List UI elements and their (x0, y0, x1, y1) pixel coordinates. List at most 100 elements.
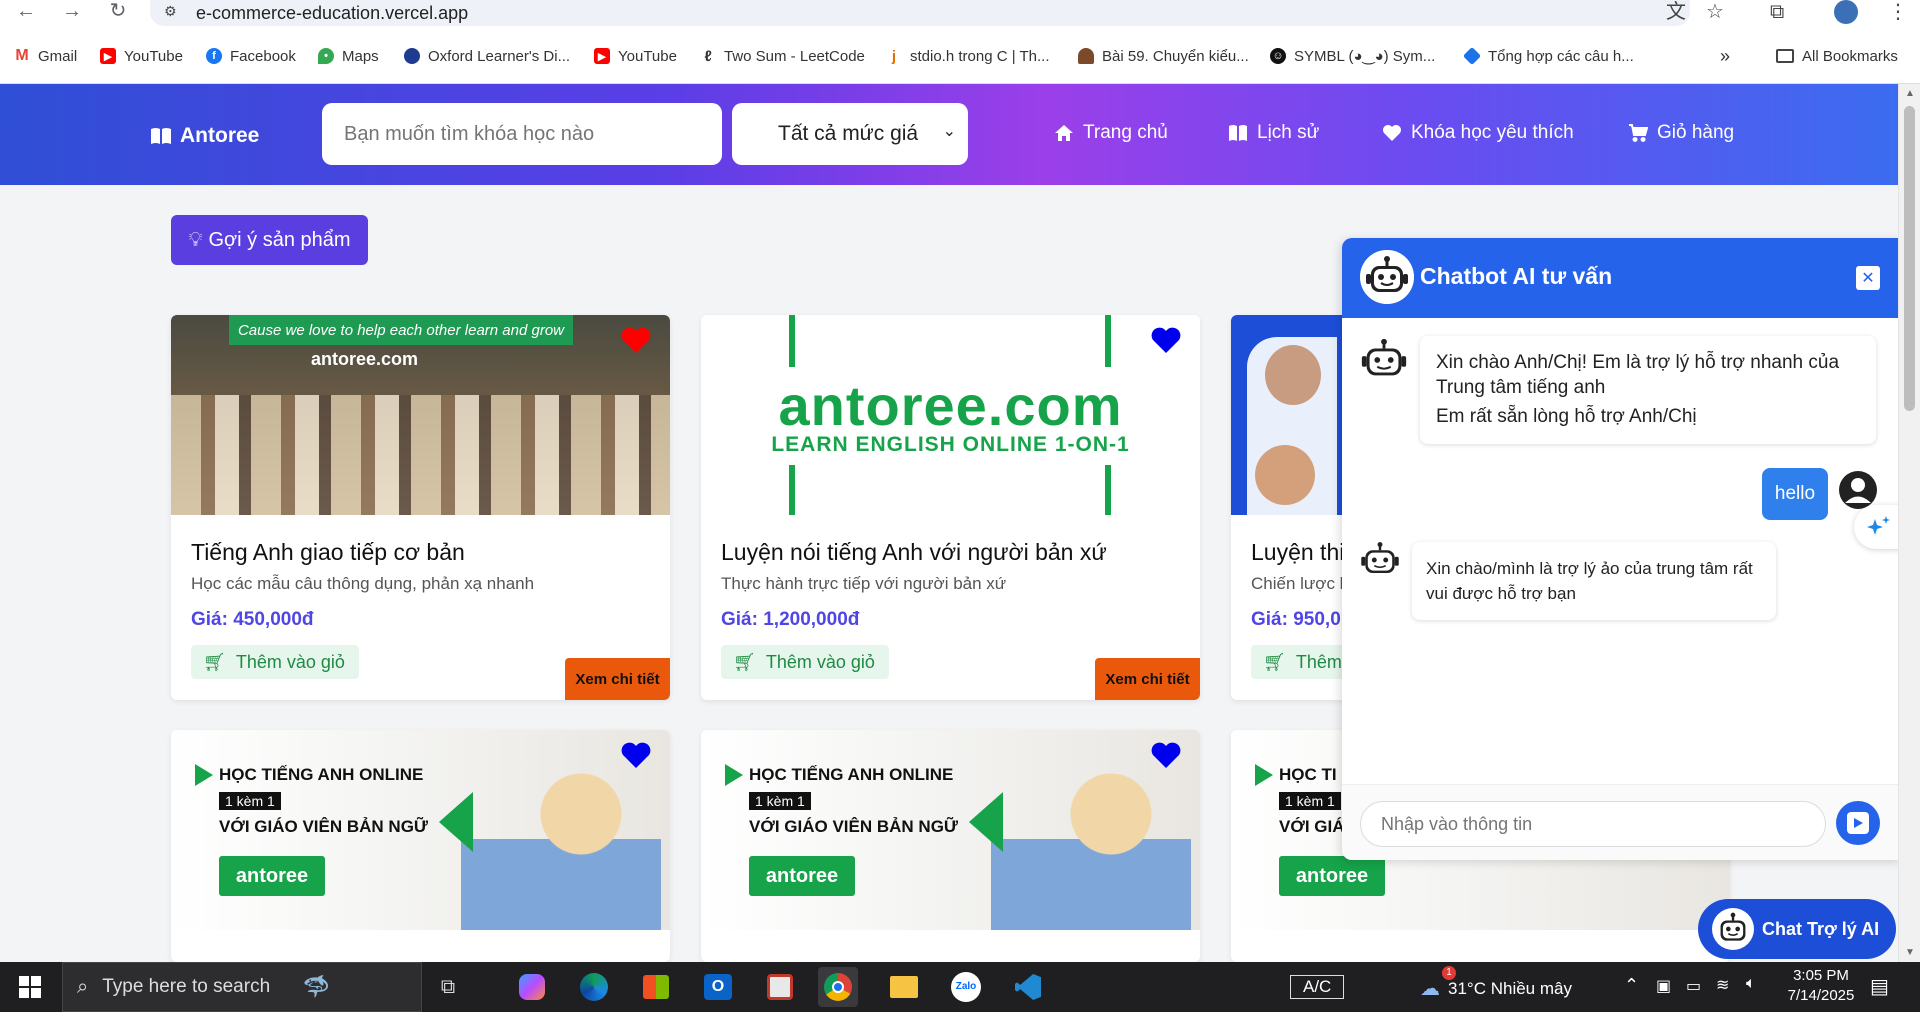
book-icon (151, 128, 171, 144)
product-title[interactable]: Luyện nói tiếng Anh với người bản xứ (721, 539, 1107, 566)
outlook-icon[interactable]: O (698, 967, 738, 1007)
meet-icon[interactable]: ▣ (1656, 976, 1671, 996)
windows-start-icon[interactable] (10, 967, 50, 1007)
sparkle-helper-button[interactable] (1854, 505, 1902, 549)
send-button[interactable] (1836, 801, 1880, 845)
add-to-cart-button[interactable]: 🛒︎ Thêm vào giỏ (191, 645, 359, 679)
nav-home[interactable]: Trang chủ (1054, 122, 1168, 144)
heart-icon[interactable] (1150, 740, 1182, 770)
all-bookmarks-label: All Bookmarks (1802, 47, 1898, 65)
product-image: HỌC TIẾNG ANH ONLINE 1 kèm 1 VỚI GIÁO VI… (171, 730, 670, 930)
robot-icon (1360, 250, 1414, 304)
bookmark-symbl[interactable]: ☺ SYMBL (◕‿◕) Sym... (1270, 46, 1435, 66)
forward-icon[interactable]: → (58, 0, 86, 24)
task-view-icon[interactable]: ⧉ (428, 967, 468, 1007)
view-detail-button[interactable]: Xem chi tiết (565, 658, 670, 700)
address-bar[interactable]: ⚙ e-commerce-education.vercel.app (150, 0, 1690, 26)
bookmark-tonghop[interactable]: Tổng hợp các câu h... (1462, 46, 1634, 66)
product-title[interactable]: Tiếng Anh giao tiếp cơ bản (191, 539, 465, 566)
bot-message-line: Xin chào Anh/Chị! Em là trợ lý hỗ trợ nh… (1436, 352, 1840, 398)
profile-avatar[interactable] (1834, 0, 1858, 24)
bookmark-label: Maps (342, 47, 379, 65)
leetcode-icon: ℓ (704, 47, 712, 65)
search-icon: ⌕ (77, 975, 89, 998)
menu-icon[interactable]: ⋮ (1888, 0, 1908, 24)
java-icon: j (891, 47, 897, 65)
bookmark-bai59[interactable]: Bài 59. Chuyển kiểu... (1078, 46, 1249, 66)
price-filter-select[interactable]: Tất cả mức giá ⌄ (732, 103, 968, 165)
bookmark-label: Bài 59. Chuyển kiểu... (1102, 47, 1249, 65)
all-bookmarks[interactable]: All Bookmarks (1776, 46, 1898, 66)
bookmark-gmail[interactable]: M Gmail (14, 46, 77, 66)
nav-label: Giỏ hàng (1657, 122, 1735, 143)
vscode-icon[interactable] (1008, 967, 1048, 1007)
site-info-icon[interactable]: ⚙ (164, 3, 177, 20)
close-icon[interactable]: ✕ (1856, 266, 1880, 290)
chatbot-panel: Chatbot AI tư vấn ✕ Xin chào Anh/Chị! Em… (1342, 238, 1902, 860)
scroll-up-icon[interactable]: ▲ (1905, 88, 1915, 99)
more-bookmarks-icon[interactable]: » (1720, 46, 1730, 66)
promo-line3: VỚI GIÁO VIÊN BẢN NGỮ (219, 817, 429, 836)
bookmark-oxford[interactable]: Oxford Learner's Di... (404, 46, 570, 66)
store-icon[interactable] (636, 967, 676, 1007)
promo-line2: 1 kèm 1 (749, 792, 811, 810)
book-open-icon (1229, 125, 1247, 141)
zalo-icon[interactable]: Zalo (946, 967, 986, 1007)
bookmark-youtube-2[interactable]: ▶ YouTube (594, 46, 677, 66)
nav-favorites[interactable]: Khóa học yêu thích (1382, 122, 1574, 144)
chrome-icon[interactable] (818, 967, 858, 1007)
bookmark-leetcode[interactable]: ℓ Two Sum - LeetCode (700, 46, 865, 66)
banner-subtitle: LEARN ENGLISH ONLINE 1-ON-1 (771, 433, 1130, 456)
puzzle-app-icon[interactable] (760, 967, 800, 1007)
scrollbar-thumb[interactable] (1904, 106, 1915, 411)
copilot-icon[interactable] (512, 967, 552, 1007)
chevron-up-icon[interactable]: ⌃ (1624, 975, 1639, 996)
page-scrollbar[interactable]: ▲ ▼ (1898, 84, 1920, 962)
oxford-icon (404, 48, 420, 64)
bookmark-label: Gmail (38, 47, 78, 65)
taskbar-search[interactable]: ⌕ Type here to search 🦈︎ (62, 962, 422, 1012)
clock[interactable]: 3:05 PM 7/14/2025 (1776, 967, 1866, 1004)
user-avatar-icon (1839, 471, 1877, 509)
logo-text: Antoree (180, 124, 260, 147)
battery-icon[interactable]: ▭ (1686, 976, 1701, 996)
bookmark-stdio[interactable]: j stdio.h trong C | Th... (886, 46, 1050, 66)
person-icon (1078, 48, 1094, 64)
heart-icon[interactable] (620, 325, 652, 355)
price-filter-value: Tất cả mức giá (778, 122, 919, 145)
chat-message-input[interactable] (1360, 801, 1826, 847)
bookmark-maps[interactable]: • Maps (318, 46, 379, 66)
add-to-cart-button[interactable]: 🛒︎ Thêm (1251, 645, 1356, 679)
reload-icon[interactable]: ↻ (104, 0, 132, 24)
nav-history[interactable]: Lịch sử (1228, 122, 1319, 144)
extensions-icon[interactable]: ⧉ (1770, 0, 1784, 24)
wifi-icon[interactable]: ≋ (1716, 975, 1729, 995)
bookmark-youtube[interactable]: ▶ YouTube (100, 46, 183, 66)
chatbot-header: Chatbot AI tư vấn ✕ (1342, 238, 1902, 318)
cart-icon: 🛒︎ (733, 651, 756, 672)
heart-icon[interactable] (1150, 325, 1182, 355)
scroll-down-icon[interactable]: ▼ (1905, 947, 1915, 958)
product-title[interactable]: Luyện thi (1251, 539, 1344, 566)
suggest-products-button[interactable]: 💡︎ Gợi ý sản phẩm (171, 215, 368, 265)
notification-center-icon[interactable]: ▤ (1870, 974, 1889, 999)
nav-cart[interactable]: Giỏ hàng (1628, 122, 1734, 144)
bookmark-facebook[interactable]: f Facebook (206, 46, 296, 66)
heart-icon[interactable] (620, 740, 652, 770)
shark-icon: 🦈︎ (302, 974, 331, 999)
file-explorer-icon[interactable] (884, 967, 924, 1007)
course-search-input[interactable] (322, 103, 722, 165)
edge-icon[interactable] (574, 967, 614, 1007)
keyboard-indicator[interactable]: A/C (1290, 975, 1345, 999)
site-logo[interactable]: Antoree (150, 124, 259, 148)
volume-icon[interactable]: 🔈︎ (1746, 975, 1756, 993)
translate-icon[interactable]: 文 (1666, 0, 1686, 24)
view-detail-button[interactable]: Xem chi tiết (1095, 658, 1200, 700)
chat-ai-floating-button[interactable]: Chat Trợ lý AI (1698, 899, 1896, 959)
add-to-cart-button[interactable]: 🛒︎ Thêm vào giỏ (721, 645, 889, 679)
heart-icon (1383, 125, 1401, 141)
youtube-icon: ▶ (100, 48, 116, 64)
weather-widget[interactable]: ☁ 31°C Nhiều mây (1420, 976, 1572, 1001)
star-icon[interactable]: ☆ (1706, 0, 1724, 24)
back-icon[interactable]: ← (12, 0, 40, 24)
